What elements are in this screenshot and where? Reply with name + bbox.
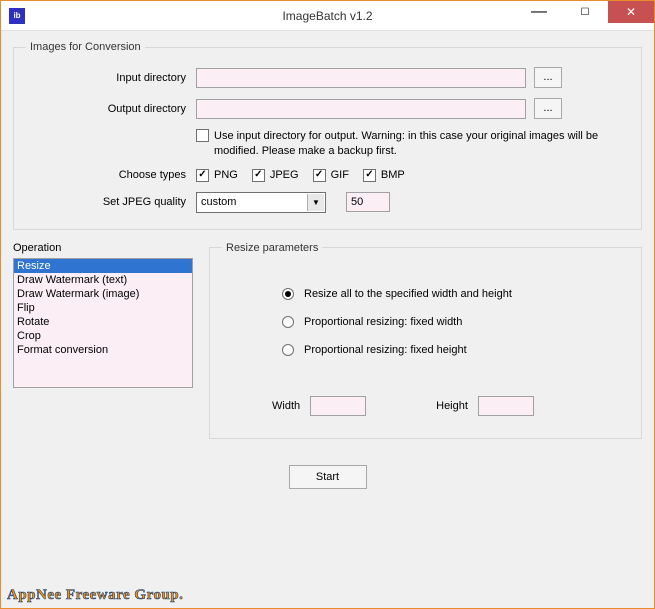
type-png-label: PNG bbox=[214, 169, 238, 181]
images-for-conversion-group: Images for Conversion Input directory ..… bbox=[13, 41, 642, 230]
radio-icon bbox=[282, 288, 294, 300]
type-png: PNG bbox=[196, 169, 238, 182]
jpeg-quality-value-field[interactable] bbox=[346, 192, 390, 212]
lower-area: Operation ResizeDraw Watermark (text)Dra… bbox=[13, 242, 642, 451]
type-bmp-checkbox[interactable] bbox=[363, 169, 376, 182]
output-directory-row: Output directory ... bbox=[26, 98, 629, 119]
operation-item[interactable]: Draw Watermark (image) bbox=[14, 287, 192, 301]
minimize-button[interactable]: ― bbox=[516, 1, 562, 23]
type-bmp: BMP bbox=[363, 169, 405, 182]
use-input-dir-text: Use input directory for output. Warning:… bbox=[214, 129, 614, 159]
input-directory-label: Input directory bbox=[26, 72, 196, 84]
type-gif-label: GIF bbox=[331, 169, 349, 181]
jpeg-quality-select[interactable]: custom ▼ bbox=[196, 192, 326, 213]
operation-box: Operation ResizeDraw Watermark (text)Dra… bbox=[13, 242, 193, 388]
operation-legend: Operation bbox=[13, 242, 193, 254]
operation-item[interactable]: Draw Watermark (text) bbox=[14, 273, 192, 287]
resize-mode-label: Proportional resizing: fixed height bbox=[304, 344, 467, 356]
type-jpeg-label: JPEG bbox=[270, 169, 299, 181]
output-directory-browse-button[interactable]: ... bbox=[534, 98, 562, 119]
operation-item[interactable]: Format conversion bbox=[14, 343, 192, 357]
type-gif-checkbox[interactable] bbox=[313, 169, 326, 182]
operation-item[interactable]: Flip bbox=[14, 301, 192, 315]
watermark-text: AppNee Freeware Group. bbox=[7, 587, 183, 604]
jpeg-quality-row: Set JPEG quality custom ▼ bbox=[26, 192, 629, 213]
type-gif: GIF bbox=[313, 169, 349, 182]
height-field[interactable] bbox=[478, 396, 534, 416]
operation-item[interactable]: Resize bbox=[14, 259, 192, 273]
width-field[interactable] bbox=[310, 396, 366, 416]
chevron-down-icon: ▼ bbox=[307, 194, 324, 211]
width-label: Width bbox=[272, 400, 300, 412]
resize-mode-label: Proportional resizing: fixed width bbox=[304, 316, 462, 328]
type-png-checkbox[interactable] bbox=[196, 169, 209, 182]
resize-parameters-group: Resize parameters Resize all to the spec… bbox=[209, 242, 642, 439]
input-directory-browse-button[interactable]: ... bbox=[534, 67, 562, 88]
input-directory-row: Input directory ... bbox=[26, 67, 629, 88]
output-directory-label: Output directory bbox=[26, 103, 196, 115]
width-height-row: Width Height bbox=[222, 382, 629, 426]
radio-icon bbox=[282, 344, 294, 356]
titlebar: ib ImageBatch v1.2 ― ☐ ✕ bbox=[1, 1, 654, 31]
start-button[interactable]: Start bbox=[289, 465, 367, 489]
maximize-button[interactable]: ☐ bbox=[562, 1, 608, 23]
operation-item[interactable]: Rotate bbox=[14, 315, 192, 329]
type-jpeg: JPEG bbox=[252, 169, 299, 182]
type-jpeg-checkbox[interactable] bbox=[252, 169, 265, 182]
operation-list[interactable]: ResizeDraw Watermark (text)Draw Watermar… bbox=[13, 258, 193, 388]
height-label: Height bbox=[436, 400, 468, 412]
close-button[interactable]: ✕ bbox=[608, 1, 654, 23]
resize-mode-option[interactable]: Proportional resizing: fixed width bbox=[282, 316, 629, 328]
resize-mode-radios: Resize all to the specified width and he… bbox=[222, 268, 629, 382]
radio-icon bbox=[282, 316, 294, 328]
resize-mode-label: Resize all to the specified width and he… bbox=[304, 288, 512, 300]
choose-types-label: Choose types bbox=[26, 169, 196, 181]
use-input-dir-checkbox[interactable] bbox=[196, 129, 209, 142]
jpeg-quality-select-value: custom bbox=[201, 196, 236, 208]
app-window: ib ImageBatch v1.2 ― ☐ ✕ Images for Conv… bbox=[0, 0, 655, 609]
jpeg-quality-label: Set JPEG quality bbox=[26, 196, 196, 208]
types-container: PNG JPEG GIF BMP bbox=[196, 169, 405, 182]
app-icon: ib bbox=[9, 8, 25, 24]
type-bmp-label: BMP bbox=[381, 169, 405, 181]
resize-mode-option[interactable]: Proportional resizing: fixed height bbox=[282, 344, 629, 356]
input-directory-field[interactable] bbox=[196, 68, 526, 88]
window-controls: ― ☐ ✕ bbox=[516, 1, 654, 30]
output-directory-field[interactable] bbox=[196, 99, 526, 119]
use-input-dir-row: Use input directory for output. Warning:… bbox=[26, 129, 629, 159]
choose-types-row: Choose types PNG JPEG GIF BMP bbox=[26, 169, 629, 182]
operation-item[interactable]: Crop bbox=[14, 329, 192, 343]
resize-mode-option[interactable]: Resize all to the specified width and he… bbox=[282, 288, 629, 300]
images-group-legend: Images for Conversion bbox=[26, 41, 145, 53]
client-area: Images for Conversion Input directory ..… bbox=[1, 31, 654, 608]
resize-parameters-legend: Resize parameters bbox=[222, 242, 322, 254]
